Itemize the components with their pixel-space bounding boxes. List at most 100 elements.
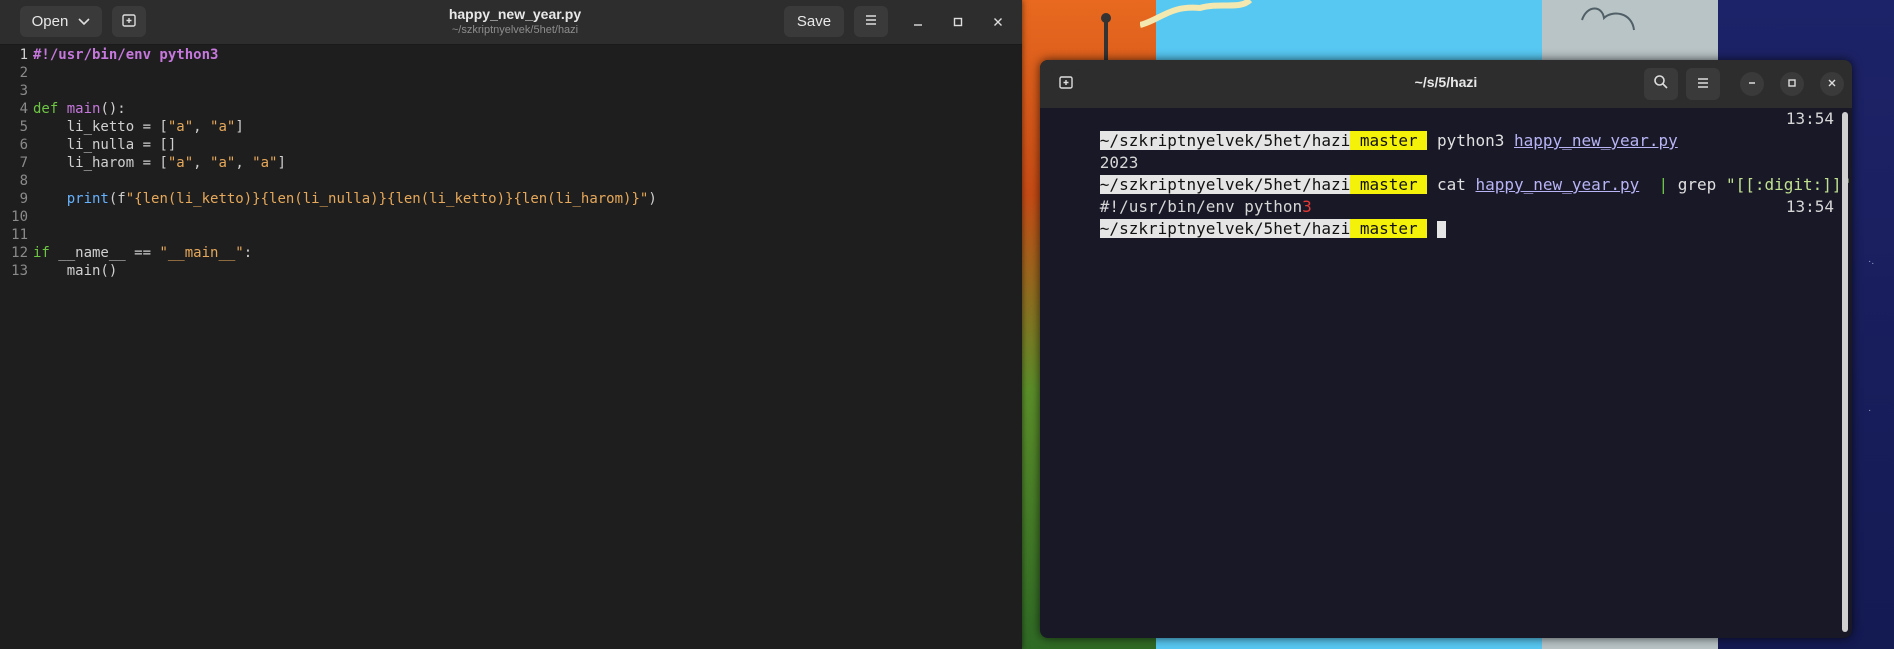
search-button[interactable]	[1644, 68, 1678, 100]
search-icon	[1653, 74, 1669, 94]
code-shebang: #!/usr/bin/env python3	[33, 47, 219, 63]
minimize-icon	[1747, 77, 1757, 91]
open-button-label: Open	[31, 13, 69, 30]
code-text: li_nulla = []	[33, 137, 177, 153]
line-number: 5	[19, 119, 28, 135]
close-button[interactable]	[1820, 72, 1844, 96]
minimize-button[interactable]	[904, 8, 932, 36]
code-line: 4 def main():	[0, 100, 1010, 118]
code-string: "__main__"	[159, 245, 244, 261]
code-view[interactable]: 1 #!/usr/bin/env python3 2 3 4 def main():…	[0, 46, 1022, 649]
wallpaper-star: ·	[1868, 405, 1872, 416]
code-text: ():	[100, 101, 126, 117]
code-line: 13 main()	[0, 262, 1010, 280]
code-function-name: main	[66, 101, 101, 117]
code-text: ,	[193, 155, 211, 171]
window-title-block: happy_new_year.py ~/szkriptnyelvek/5het/…	[340, 5, 690, 37]
new-document-button[interactable]	[112, 6, 146, 37]
terminal-line: ~/szkriptnyelvek/5het/hazi master python…	[1042, 108, 1842, 150]
line-number: 6	[19, 137, 28, 153]
code-string: "a"	[167, 155, 194, 171]
line-number: 2	[19, 65, 28, 81]
terminal-line: ~/szkriptnyelvek/5het/hazi master 13:54	[1042, 196, 1842, 238]
code-line: 11	[0, 226, 1010, 244]
editor-scrollbar[interactable]	[1014, 46, 1020, 649]
maximize-button[interactable]	[944, 8, 972, 36]
code-line: 3	[0, 82, 1010, 100]
document-title: happy_new_year.py	[448, 6, 582, 22]
maximize-icon	[953, 14, 963, 30]
line-number: 13	[11, 263, 28, 279]
text-editor-window: Open happy_new_year.py ~/szkriptnyelvek/…	[0, 0, 1022, 649]
new-tab-button[interactable]	[1050, 69, 1082, 99]
wallpaper-antenna	[1101, 13, 1111, 62]
new-tab-icon	[1058, 74, 1074, 94]
document-path: ~/szkriptnyelvek/5het/hazi	[451, 24, 579, 36]
code-line: 12 if __name__ == "__main__":	[0, 244, 1010, 262]
timestamp: 13:54	[1785, 197, 1834, 216]
code-text: li_ketto = [	[33, 119, 168, 135]
terminal-window: ~/s/5/hazi ~/szkriptnyelvek/5het/hazi ma…	[1040, 60, 1852, 638]
maximize-button[interactable]	[1780, 72, 1804, 96]
terminal-output[interactable]: ~/szkriptnyelvek/5het/hazi master python…	[1040, 108, 1852, 638]
line-number: 4	[19, 101, 28, 117]
code-line: 5 li_ketto = ["a", "a"]	[0, 118, 1010, 136]
terminal-cursor	[1436, 221, 1446, 238]
code-line: 10	[0, 208, 1010, 226]
terminal-line: #!/usr/bin/env python3	[1042, 174, 1842, 216]
save-button[interactable]: Save	[784, 6, 844, 37]
code-line: 7 li_harom = ["a", "a", "a"]	[0, 154, 1010, 172]
code-text: main()	[33, 263, 118, 279]
code-string: "a"	[252, 155, 278, 171]
prompt-branch: master	[1350, 219, 1428, 238]
code-string: "{len(li_ketto)}{len(li_nulla)}{len(li_k…	[125, 191, 649, 207]
code-line: 8	[0, 172, 1010, 190]
code-text: :	[243, 245, 253, 261]
code-line: 6 li_nulla = []	[0, 136, 1010, 154]
code-line: 1 #!/usr/bin/env python3	[0, 46, 1010, 64]
terminal-headerbar: ~/s/5/hazi	[1040, 60, 1852, 108]
open-button[interactable]: Open	[20, 6, 102, 37]
code-text: )	[648, 191, 657, 207]
line-number: 9	[19, 191, 28, 207]
terminal-line: 2023	[1042, 130, 1842, 172]
chevron-down-icon	[78, 13, 90, 30]
hamburger-menu-icon	[1696, 76, 1710, 93]
code-string: "a"	[167, 119, 194, 135]
wallpaper-star: ·.	[1868, 256, 1875, 267]
code-text: ,	[193, 119, 211, 135]
hamburger-menu-icon	[864, 13, 878, 30]
new-tab-icon	[121, 12, 137, 32]
close-icon	[1827, 77, 1837, 91]
line-number: 11	[11, 227, 28, 243]
line-number: 3	[19, 83, 28, 99]
main-menu-button[interactable]	[854, 6, 888, 37]
code-text: li_harom = [	[33, 155, 168, 171]
code-string: "a"	[210, 155, 236, 171]
close-button[interactable]	[984, 8, 1012, 36]
wallpaper-cloud	[1140, 0, 1253, 28]
code-keyword: def	[33, 101, 59, 117]
prompt-path: ~/szkriptnyelvek/5het/hazi	[1099, 219, 1351, 238]
minimize-icon	[913, 14, 923, 30]
editor-headerbar: Open happy_new_year.py ~/szkriptnyelvek/…	[0, 0, 1022, 45]
line-number: 8	[19, 173, 28, 189]
minimize-button[interactable]	[1740, 72, 1764, 96]
timestamp: 13:54	[1785, 109, 1834, 128]
terminal-scrollbar[interactable]	[1842, 112, 1848, 632]
code-text: ,	[235, 155, 253, 171]
code-text: __name__ ==	[49, 245, 160, 261]
code-line: 9 print(f"{len(li_ketto)}{len(li_nulla)}…	[0, 190, 1010, 208]
code-text: ]	[235, 119, 244, 135]
code-builtin: print	[66, 191, 109, 207]
code-string: "a"	[210, 119, 236, 135]
terminal-title: ~/s/5/hazi	[1414, 74, 1478, 90]
code-line: 2	[0, 64, 1010, 82]
terminal-menu-button[interactable]	[1686, 68, 1720, 100]
terminal-line: ~/szkriptnyelvek/5het/hazi master cat ha…	[1042, 152, 1851, 194]
close-icon	[993, 14, 1003, 30]
code-text: ]	[277, 155, 286, 171]
line-number: 7	[19, 155, 28, 171]
line-number: 1	[19, 47, 28, 63]
line-number: 10	[11, 209, 28, 225]
